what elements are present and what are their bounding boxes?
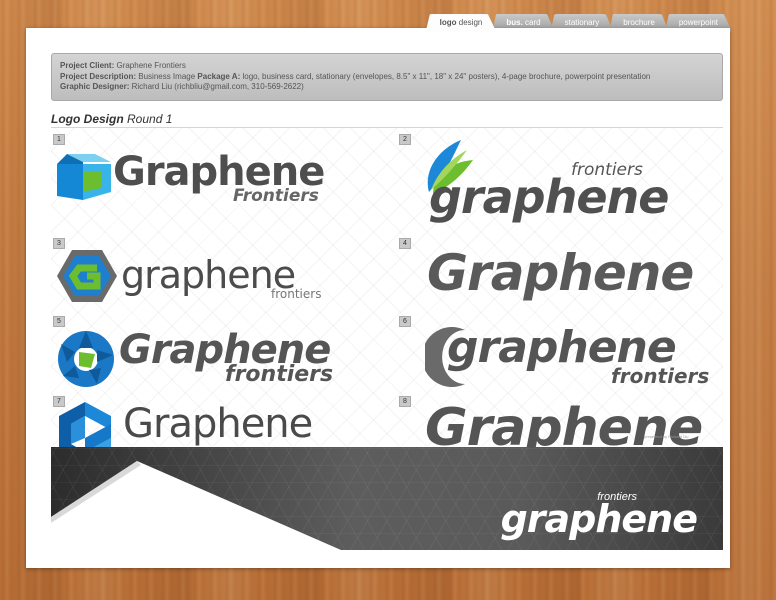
hexagon-g-icon [57, 250, 117, 302]
graphic-designer-line: Graphic Designer: Richard Liu (richbliu@… [60, 82, 304, 91]
project-description-line: Project Description: Business Image Pack… [60, 71, 651, 81]
project-info-box: Project Client: Graphene Frontiers Proje… [51, 53, 723, 101]
logo-option-6[interactable]: graphene frontiers [425, 322, 725, 394]
logo-number-badge: 8 [399, 396, 411, 407]
project-client-line: Project Client: Graphene Frontiers [60, 61, 186, 70]
logo-number-badge: 4 [399, 238, 411, 249]
preview-banner: frontiers graphene [51, 447, 723, 550]
tab-logo-design[interactable]: logo design [425, 14, 497, 32]
cube-icon [57, 154, 111, 200]
banner-wordmark: graphene [500, 497, 698, 541]
logo-wordmark: Graphene [427, 244, 694, 302]
logo-tagline: Frontiers [233, 186, 319, 206]
presentation-sheet: Project Client: Graphene Frontiers Proje… [26, 28, 730, 568]
logo-wordmark: graphene [429, 170, 669, 224]
logo-option-3[interactable]: graphene frontiers [55, 242, 345, 306]
logo-option-5[interactable]: Graphene frontiers [55, 324, 355, 392]
logo-wordmark: graphene [121, 253, 296, 297]
logo-number-badge: 1 [53, 134, 65, 145]
logo-option-4[interactable]: Graphene [427, 246, 717, 308]
logo-wordmark: Graphene [123, 401, 313, 447]
logo-tagline: frontiers [611, 364, 710, 388]
logo-option-1[interactable]: Graphene Frontiers [51, 146, 351, 208]
logo-option-2[interactable]: frontiers graphene [423, 138, 713, 224]
section-title: Logo Design Round 1 [51, 112, 173, 126]
aperture-icon [58, 331, 114, 387]
logo-grid: 1 Graphene Frontiers 2 frontiers graphen… [51, 128, 725, 468]
credit-text: presented by Richard Liu [644, 434, 689, 439]
logo-tagline: frontiers [271, 287, 322, 301]
paper-sheet-graphic [51, 461, 341, 550]
logo-number-badge: 6 [399, 316, 411, 327]
logo-tagline: frontiers [225, 362, 334, 387]
logo-number-badge: 2 [399, 134, 411, 145]
